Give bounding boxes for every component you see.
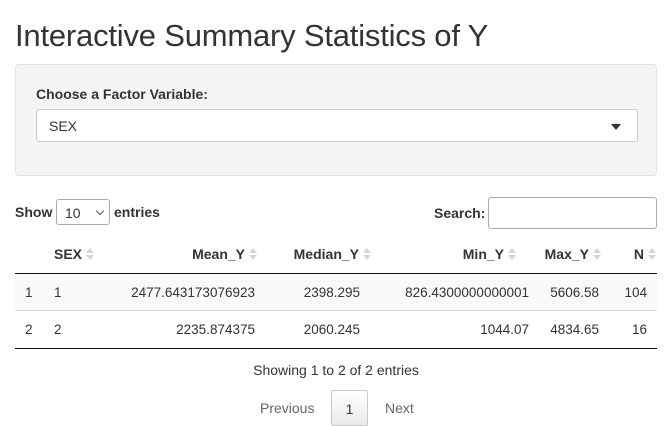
column-header-mean-y[interactable]: Mean_Y: [192, 246, 257, 262]
search-label: Search:: [434, 205, 486, 221]
cell-n: 104: [624, 285, 647, 300]
sort-icon: [86, 247, 95, 261]
factor-select-value: SEX: [49, 118, 78, 134]
entries-per-page-select[interactable]: 10: [56, 199, 110, 225]
cell-sex: 2: [54, 322, 62, 337]
cell-sex: 1: [54, 285, 62, 300]
cell-max-y: 5606.58: [550, 285, 599, 300]
entries-per-page-value: 10: [65, 205, 81, 221]
sort-icon: [648, 247, 656, 261]
cell-mean-y: 2477.643173076923: [131, 285, 255, 300]
sort-icon: [363, 247, 371, 261]
column-header-n[interactable]: N: [634, 246, 656, 262]
page-1-button[interactable]: 1: [331, 390, 368, 426]
row-index: 1: [25, 285, 33, 300]
cell-mean-y: 2235.874375: [176, 322, 255, 337]
table-info: Showing 1 to 2 of 2 entries: [253, 362, 419, 378]
sort-icon: [508, 247, 516, 261]
column-header-median-y[interactable]: Median_Y: [294, 246, 371, 262]
column-header-min-y[interactable]: Min_Y: [463, 246, 516, 262]
cell-min-y: 826.4300000000001: [405, 285, 529, 300]
length-menu-prefix: Show: [15, 204, 53, 220]
column-header-max-y[interactable]: Max_Y: [545, 246, 601, 262]
sort-icon: [593, 247, 601, 261]
cell-min-y: 1044.07: [480, 322, 529, 337]
table-header: SEX Mean_Y Median_Y Min_Y Max_Y N: [15, 236, 657, 274]
cell-max-y: 4834.65: [550, 322, 599, 337]
page-number: 1: [345, 401, 354, 417]
column-header-sex[interactable]: SEX: [54, 246, 95, 262]
control-panel: Choose a Factor Variable: SEX: [15, 64, 657, 176]
table-row[interactable]: 1 1 2477.643173076923 2398.295 826.43000…: [15, 274, 657, 311]
factor-select[interactable]: SEX: [36, 109, 638, 142]
row-index: 2: [25, 322, 33, 337]
cell-median-y: 2398.295: [303, 285, 360, 300]
sort-icon: [249, 247, 257, 261]
table-row[interactable]: 2 2 2235.874375 2060.245 1044.07 4834.65…: [15, 311, 657, 349]
cell-n: 16: [631, 322, 647, 337]
chevron-down-icon: [95, 206, 105, 216]
page-title: Interactive Summary Statistics of Y: [15, 18, 489, 53]
cell-median-y: 2060.245: [303, 322, 360, 337]
next-page-button[interactable]: Next: [385, 400, 414, 416]
caret-down-icon: [611, 124, 621, 130]
search-input[interactable]: [488, 197, 657, 229]
length-menu-suffix: entries: [114, 204, 160, 220]
previous-page-button[interactable]: Previous: [260, 400, 314, 416]
factor-select-label: Choose a Factor Variable:: [36, 86, 208, 102]
